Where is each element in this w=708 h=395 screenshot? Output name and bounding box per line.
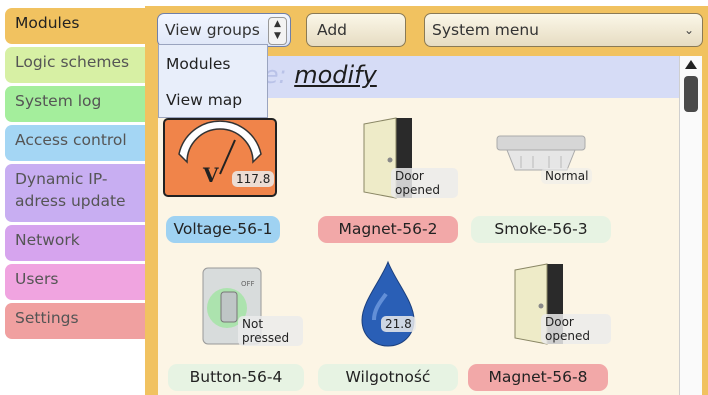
- vertical-scrollbar[interactable]: [679, 56, 702, 395]
- system-menu-select[interactable]: System menu ⌄: [424, 13, 703, 47]
- sidebar-item-access-control[interactable]: Access control: [5, 125, 145, 161]
- svg-text:OFF: OFF: [241, 280, 255, 288]
- module-value: Door opened: [541, 314, 611, 344]
- view-groups-dropdown: Modules View map: [158, 44, 268, 118]
- sidebar-item-label: Access control: [15, 131, 127, 149]
- sidebar-item-label: Modules: [15, 14, 80, 32]
- module-label: Magnet-56-2: [318, 216, 458, 243]
- add-group-button[interactable]: Add group: [306, 13, 406, 71]
- module-label: Smoke-56-3: [471, 216, 611, 243]
- dropdown-option-modules[interactable]: Modules: [166, 55, 230, 73]
- spinner-icon[interactable]: ▲ ▼: [268, 17, 287, 45]
- title-action: modify: [294, 61, 377, 89]
- module-value: Not pressed: [238, 316, 303, 346]
- module-value: 21.8: [381, 316, 416, 332]
- sidebar-item-label: System log: [15, 92, 102, 110]
- module-label: Button-56-4: [168, 364, 304, 391]
- scroll-thumb[interactable]: [684, 76, 698, 112]
- module-card[interactable]: Normal Smoke-56-3: [471, 114, 611, 244]
- sidebar-item-system-log[interactable]: System log: [5, 86, 145, 122]
- module-value: Normal: [541, 168, 593, 184]
- sidebar-item-settings[interactable]: Settings: [5, 303, 145, 339]
- svg-text:V: V: [202, 163, 219, 187]
- module-value: Door opened: [391, 168, 458, 198]
- voltmeter-icon: V 117.8: [163, 118, 277, 198]
- sidebar-item-dynamic-ip[interactable]: Dynamic IP-adress update: [5, 164, 145, 222]
- sidebar-item-network[interactable]: Network: [5, 225, 145, 261]
- sidebar-item-label: Logic schemes: [15, 53, 130, 71]
- module-label: Voltage-56-1: [166, 216, 280, 243]
- sidebar-item-label: Dynamic IP-adress update: [15, 170, 126, 210]
- module-card[interactable]: OFF Not pressed Button-56-4: [163, 258, 304, 394]
- module-label: Wilgotność: [318, 364, 458, 391]
- sidebar-item-label: Users: [15, 270, 59, 288]
- sidebar-item-label: Settings: [15, 309, 79, 327]
- module-card[interactable]: 21.8 Wilgotność: [318, 258, 458, 394]
- module-value: 117.8: [232, 171, 275, 187]
- chevron-down-icon: ⌄: [683, 23, 694, 37]
- module-card[interactable]: Door opened Magnet-56-2: [318, 114, 458, 244]
- system-menu-label: System menu: [432, 21, 540, 39]
- module-label: Magnet-56-8: [468, 364, 608, 391]
- module-card[interactable]: Door opened Magnet-56-8: [468, 258, 611, 394]
- view-groups-select[interactable]: View groups ▲ ▼: [157, 13, 291, 47]
- sidebar-item-users[interactable]: Users: [5, 264, 145, 300]
- water-drop-icon: [356, 260, 420, 350]
- sidebar-item-logic-schemes[interactable]: Logic schemes: [5, 47, 145, 83]
- scroll-up-icon[interactable]: [685, 60, 697, 69]
- dropdown-option-view-map[interactable]: View map: [166, 91, 242, 109]
- sidebar-item-label: Network: [15, 231, 80, 249]
- module-card[interactable]: V 117.8 Voltage-56-1: [163, 118, 303, 244]
- sidebar-item-modules[interactable]: Modules: [5, 8, 145, 44]
- view-groups-label: View groups: [165, 21, 260, 39]
